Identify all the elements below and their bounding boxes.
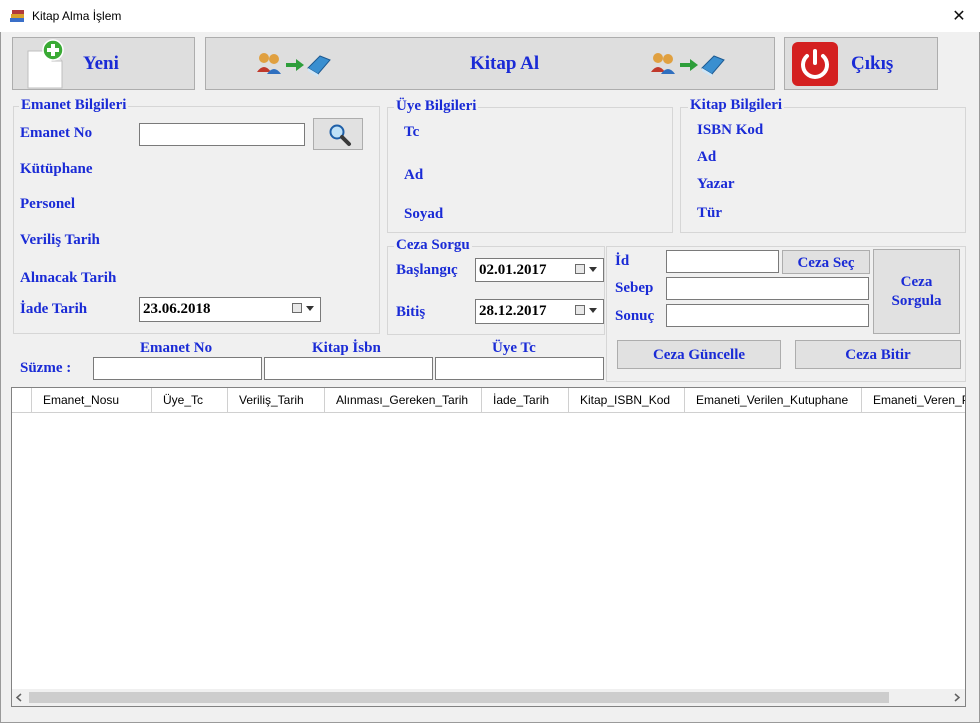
ceza-sec-button[interactable]: Ceza Seç (782, 250, 870, 274)
ceza-sonuc-label: Sonuç (615, 308, 655, 324)
kitap-group-title: Kitap Bilgileri (688, 97, 785, 114)
filter-uye-tc-input[interactable] (435, 357, 604, 380)
column-header[interactable]: Üye_Tc (152, 388, 228, 412)
ceza-bitir-button[interactable]: Ceza Bitir (795, 340, 961, 369)
filter-uye-tc-label: Üye Tc (492, 340, 536, 356)
window-title: Kitap Alma İşlem (32, 9, 122, 23)
yeni-label: Yeni (83, 53, 119, 74)
books-icon (10, 10, 24, 22)
column-header[interactable]: Emaneti_Verilen_Kutuphane (685, 388, 862, 412)
iade-tarih-picker[interactable]: 23.06.2018 (139, 297, 321, 322)
users-arrow-book-icon (257, 53, 331, 77)
users-arrow-book-icon (651, 53, 725, 77)
baslangic-value: 02.01.2017 (479, 262, 547, 278)
ceza-sorgula-line2: Sorgula (891, 293, 942, 309)
iade-tarih-label: İade Tarih (20, 301, 88, 317)
ceza-sorgula-line1: Ceza (900, 274, 933, 290)
bitis-value: 28.12.2017 (479, 303, 547, 319)
kutuphane-label: Kütüphane (20, 161, 93, 177)
ceza-sorgula-button[interactable]: Ceza Sorgula (873, 249, 960, 334)
scroll-left-icon[interactable] (15, 693, 24, 702)
emanet-no-label: Emanet No (20, 125, 93, 141)
filter-emanet-no-input[interactable] (93, 357, 262, 380)
ceza-sebep-label: Sebep (615, 280, 654, 296)
grid-row-header-corner (12, 388, 32, 412)
filter-kitap-isbn-input[interactable] (264, 357, 433, 380)
horizontal-scrollbar[interactable] (12, 689, 965, 706)
ceza-id-input[interactable] (666, 250, 779, 273)
baslangic-date-picker[interactable]: 02.01.2017 (475, 258, 604, 282)
yeni-button[interactable]: Yeni (12, 37, 195, 90)
column-header[interactable]: Emanet_Nosu (32, 388, 152, 412)
column-header[interactable]: Veriliş_Tarih (228, 388, 325, 412)
ceza-sebep-input[interactable] (666, 277, 869, 300)
column-header[interactable]: Emaneti_Veren_Pe (862, 388, 965, 412)
magnifier-icon (329, 124, 351, 146)
bitis-label: Bitiş (396, 304, 426, 320)
scroll-right-icon[interactable] (952, 693, 961, 702)
calendar-icon (292, 303, 302, 313)
kitap-ad-label: Ad (697, 149, 717, 165)
search-button[interactable] (313, 118, 363, 150)
cikis-button[interactable]: Çıkış (784, 37, 938, 90)
kitap-al-label: Kitap Al (470, 53, 540, 74)
uye-tc-label: Tc (404, 124, 420, 140)
scrollbar-thumb[interactable] (29, 692, 889, 703)
kitap-al-button[interactable]: Kitap Al (205, 37, 775, 90)
calendar-icon (575, 264, 585, 274)
cikis-label: Çıkış (851, 53, 894, 74)
grid-header-row: Emanet_Nosu Üye_Tc Veriliş_Tarih Alınmas… (12, 388, 965, 413)
calendar-icon (575, 305, 585, 315)
filter-emanet-no-label: Emanet No (140, 340, 213, 356)
title-bar (0, 0, 980, 32)
uye-ad-label: Ad (404, 167, 424, 183)
baslangic-label: Başlangıç (396, 262, 458, 278)
chevron-down-icon (306, 306, 314, 311)
suzme-label: Süzme : (20, 360, 72, 376)
power-icon (792, 42, 838, 86)
column-header[interactable]: İade_Tarih (482, 388, 569, 412)
column-header[interactable]: Kitap_ISBN_Kod (569, 388, 685, 412)
bitis-date-picker[interactable]: 28.12.2017 (475, 299, 604, 324)
kitap-tur-label: Tür (697, 205, 723, 221)
emanet-no-input[interactable] (139, 123, 305, 146)
ceza-sonuc-input[interactable] (666, 304, 869, 327)
emanet-group-title: Emanet Bilgileri (19, 97, 129, 114)
column-header[interactable]: Alınması_Gereken_Tarih (325, 388, 482, 412)
close-icon[interactable]: ✕ (944, 4, 974, 28)
kitap-yazar-label: Yazar (697, 176, 735, 192)
ceza-sorgu-group-title: Ceza Sorgu (394, 237, 472, 254)
ceza-id-label: İd (615, 253, 630, 269)
verilis-tarih-label: Veriliş Tarih (20, 232, 100, 248)
emanet-data-grid[interactable]: Emanet_Nosu Üye_Tc Veriliş_Tarih Alınmas… (11, 387, 966, 707)
personel-label: Personel (20, 196, 75, 212)
alinacak-tarih-label: Alınacak Tarih (20, 270, 117, 286)
uye-group-title: Üye Bilgileri (394, 98, 479, 115)
chevron-down-icon (589, 308, 597, 313)
iade-tarih-value: 23.06.2018 (143, 301, 211, 317)
uye-soyad-label: Soyad (404, 206, 444, 222)
ceza-guncelle-button[interactable]: Ceza Güncelle (617, 340, 781, 369)
new-document-plus-icon (27, 39, 64, 89)
kitap-isbn-label: ISBN Kod (697, 122, 764, 138)
filter-kitap-isbn-label: Kitap İsbn (312, 340, 381, 356)
chevron-down-icon (589, 267, 597, 272)
